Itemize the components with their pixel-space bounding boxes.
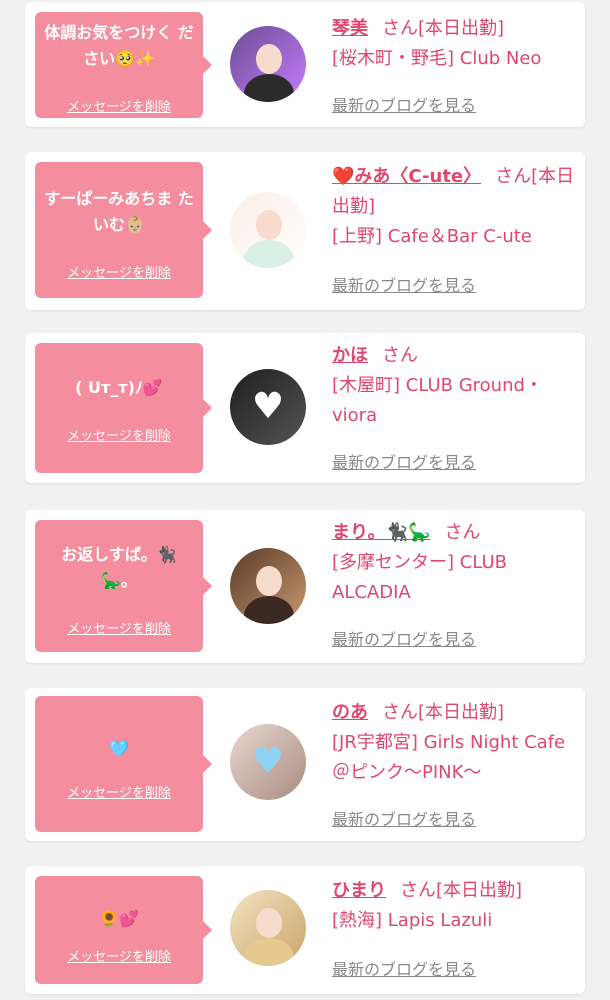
cast-info: かほ さん [木屋町] CLUB Ground・viora — [332, 341, 575, 431]
latest-blog-link[interactable]: 最新のブログを見る — [332, 956, 476, 980]
avatar-face — [256, 566, 282, 596]
store-name: [木屋町] CLUB Ground・viora — [332, 375, 543, 426]
message-text: お返しすぱ。🐈‍⬛ 🦕。 — [61, 545, 177, 590]
avatar[interactable] — [230, 26, 306, 102]
store-name: [JR宇都宮] Girls Night Cafe ＠ピンク〜PINK〜 — [332, 732, 566, 783]
message-bubble: 体調お気をつけく ださい🥺✨ メッセージを削除 — [35, 12, 212, 118]
message-card: 体調お気をつけく ださい🥺✨ メッセージを削除 琴美 さん[本日出勤] [桜木町・… — [25, 2, 585, 127]
store-name: [熱海] Lapis Lazuli — [332, 910, 493, 931]
cast-status: さん — [382, 345, 418, 366]
message-bubble: すーぱーみあちま たいむ👶🏼 メッセージを削除 — [35, 162, 212, 298]
latest-blog-link[interactable]: 最新のブログを見る — [332, 449, 476, 473]
avatar-face — [256, 44, 282, 74]
message-card: ( Uт_т)ﾉ💕 メッセージを削除 ♥ かほ さん [木屋町] CLUB Gro… — [25, 333, 585, 483]
delete-message-link[interactable]: メッセージを削除 — [35, 262, 203, 281]
avatar-body — [244, 596, 294, 624]
cast-name[interactable]: まり。🐈‍⬛🦕 — [332, 522, 430, 543]
avatar-body — [244, 240, 294, 268]
message-bubble: お返しすぱ。🐈‍⬛ 🦕。 メッセージを削除 — [35, 520, 212, 652]
cast-info: のあ さん[本日出勤] [JR宇都宮] Girls Night Cafe ＠ピンク… — [332, 698, 575, 788]
cast-name[interactable]: かほ — [332, 345, 368, 366]
latest-blog-link[interactable]: 最新のブログを見る — [332, 626, 476, 650]
message-card: お返しすぱ。🐈‍⬛ 🦕。 メッセージを削除 まり。🐈‍⬛🦕 さん [多摩センター]… — [25, 510, 585, 663]
message-text: 🌻💕 — [99, 909, 139, 928]
message-text: すーぱーみあちま たいむ👶🏼 — [44, 189, 194, 234]
message-bubble: 🩵 メッセージを削除 — [35, 696, 212, 832]
cast-name[interactable]: ひまり — [332, 880, 386, 901]
cast-status: さん[本日出勤] — [382, 702, 505, 723]
cast-info: ❤️みあ〈C-ute〉 さん[本日出勤] [上野] Cafe＆Bar C-ute — [332, 162, 575, 252]
delete-message-link[interactable]: メッセージを削除 — [35, 96, 203, 115]
message-card: すーぱーみあちま たいむ👶🏼 メッセージを削除 ❤️みあ〈C-ute〉 さん[本日… — [25, 152, 585, 310]
avatar-body — [244, 938, 294, 966]
message-card: 🩵 メッセージを削除 ♥ のあ さん[本日出勤] [JR宇都宮] Girls Ni… — [25, 688, 585, 841]
cast-info: まり。🐈‍⬛🦕 さん [多摩センター] CLUB ALCADIA — [332, 518, 575, 608]
delete-message-link[interactable]: メッセージを削除 — [35, 618, 203, 637]
latest-blog-link[interactable]: 最新のブログを見る — [332, 806, 476, 830]
message-card: 🌻💕 メッセージを削除 ひまり さん[本日出勤] [熱海] Lapis Lazul… — [25, 866, 585, 994]
message-text: 体調お気をつけく ださい🥺✨ — [44, 23, 194, 68]
avatar[interactable] — [230, 890, 306, 966]
latest-blog-link[interactable]: 最新のブログを見る — [332, 92, 476, 116]
delete-message-link[interactable]: メッセージを削除 — [35, 782, 203, 801]
store-name: [多摩センター] CLUB ALCADIA — [332, 552, 507, 603]
cast-name[interactable]: ❤️みあ〈C-ute〉 — [332, 166, 481, 187]
avatar[interactable] — [230, 548, 306, 624]
delete-message-link[interactable]: メッセージを削除 — [35, 946, 203, 965]
message-text: 🩵 — [109, 739, 129, 758]
message-bubble: ( Uт_т)ﾉ💕 メッセージを削除 — [35, 343, 212, 473]
cast-status: さん[本日出勤] — [400, 880, 523, 901]
avatar-face — [256, 210, 282, 240]
cast-status: さん[本日出勤] — [382, 18, 505, 39]
cast-name[interactable]: のあ — [332, 702, 368, 723]
avatar[interactable]: ♥ — [230, 369, 306, 445]
cast-info: ひまり さん[本日出勤] [熱海] Lapis Lazuli — [332, 876, 575, 936]
store-name: [上野] Cafe＆Bar C-ute — [332, 226, 532, 247]
avatar-face — [256, 908, 282, 938]
heart-sticker-icon: ♥ — [251, 741, 285, 782]
heart-sticker-icon: ♥ — [251, 386, 285, 427]
avatar[interactable] — [230, 192, 306, 268]
delete-message-link[interactable]: メッセージを削除 — [35, 425, 203, 444]
cast-info: 琴美 さん[本日出勤] [桜木町・野毛] Club Neo — [332, 14, 575, 74]
avatar[interactable]: ♥ — [230, 724, 306, 800]
message-text: ( Uт_т)ﾉ💕 — [75, 378, 163, 397]
avatar-body — [244, 74, 294, 102]
cast-status: さん — [444, 522, 481, 543]
message-bubble: 🌻💕 メッセージを削除 — [35, 876, 212, 984]
cast-name[interactable]: 琴美 — [332, 18, 368, 39]
latest-blog-link[interactable]: 最新のブログを見る — [332, 272, 476, 296]
store-name: [桜木町・野毛] Club Neo — [332, 48, 542, 69]
